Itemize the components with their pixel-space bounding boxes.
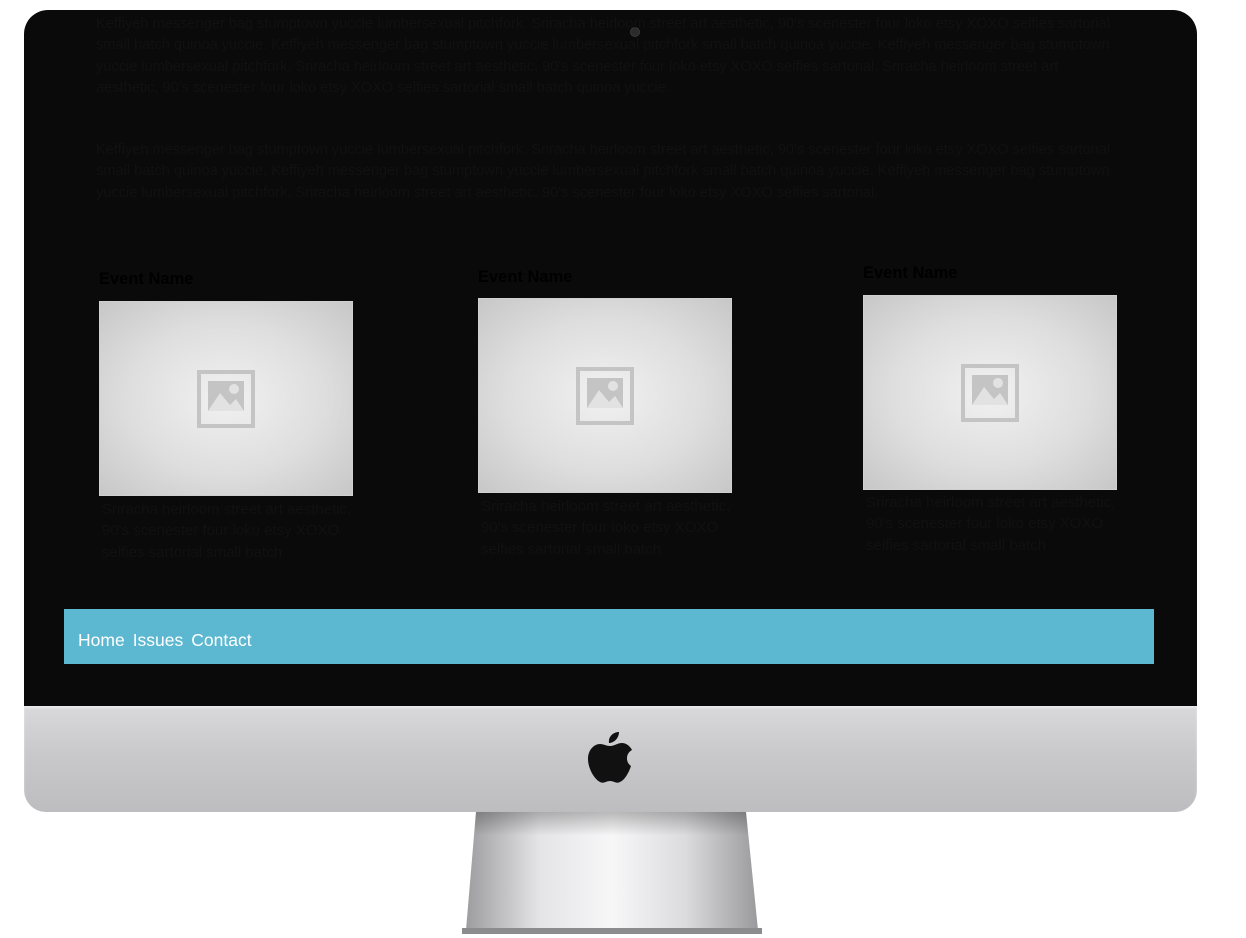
event-description: Sriracha heirloom street art aesthetic, … bbox=[866, 494, 1116, 554]
event-description: Sriracha heirloom street art aesthetic, … bbox=[102, 501, 352, 561]
nav-issues-link[interactable]: Issues bbox=[133, 629, 184, 651]
event-card[interactable]: Event Name bbox=[99, 269, 359, 291]
event-card[interactable]: Event Name bbox=[478, 267, 738, 289]
event-title[interactable]: Event Name bbox=[478, 267, 738, 289]
event-image[interactable] bbox=[863, 295, 1117, 490]
second-paragraph: Keffiyeh messenger bag stumptown yuccie … bbox=[96, 142, 1110, 201]
image-placeholder-icon bbox=[961, 364, 1019, 422]
nav-links: Home Issues Contact bbox=[78, 629, 252, 651]
image-placeholder-icon bbox=[576, 367, 634, 425]
footer-nav: Home Issues Contact bbox=[64, 609, 1154, 664]
monitor-stand bbox=[462, 812, 762, 934]
nav-home-link[interactable]: Home bbox=[78, 629, 125, 651]
apple-logo-icon bbox=[588, 732, 632, 783]
imac-mockup: Keffiyeh messenger bag stumptown yuccie … bbox=[0, 0, 1246, 938]
event-image[interactable] bbox=[99, 301, 353, 496]
event-description: Sriracha heirloom street art aesthetic, … bbox=[481, 498, 731, 558]
image-placeholder-icon bbox=[197, 370, 255, 428]
event-title[interactable]: Event Name bbox=[863, 263, 1123, 285]
event-card[interactable]: Event Name bbox=[863, 263, 1123, 285]
intro-paragraph: Keffiyeh messenger bag stumptown yuccie … bbox=[96, 16, 1110, 96]
nav-contact-link[interactable]: Contact bbox=[191, 629, 251, 651]
event-image[interactable] bbox=[478, 298, 732, 493]
screen: Keffiyeh messenger bag stumptown yuccie … bbox=[64, 14, 1154, 664]
event-title[interactable]: Event Name bbox=[99, 269, 359, 291]
